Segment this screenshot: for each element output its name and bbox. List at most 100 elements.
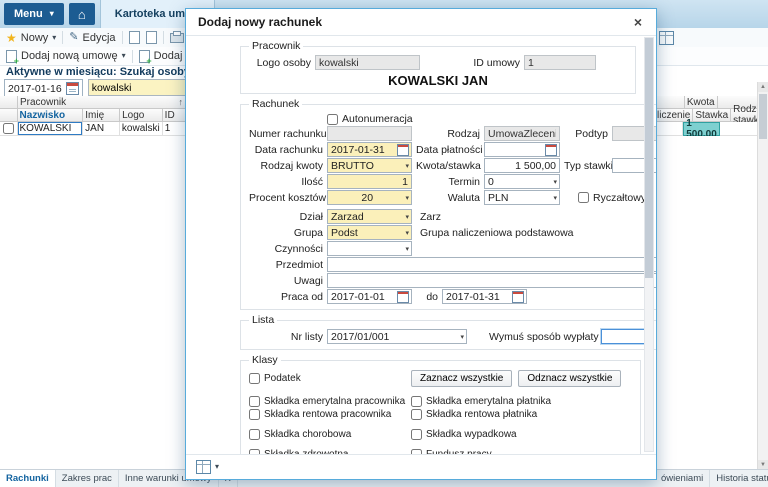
- checkbox-box[interactable]: [411, 409, 422, 420]
- cell-nazwisko[interactable]: KOWALSKI: [17, 122, 84, 136]
- tab-rachunki[interactable]: Rachunki: [0, 470, 56, 487]
- table-row[interactable]: KOWALSKI JAN kowalski 1: [0, 122, 186, 136]
- id-umowy-field[interactable]: [524, 55, 596, 70]
- ryczaltowy-checkbox[interactable]: Ryczałtowy: [578, 192, 646, 204]
- calendar-icon[interactable]: [512, 290, 524, 303]
- checkbox-skladka-chorobowa[interactable]: Składka chorobowa: [249, 429, 411, 440]
- chevron-down-icon: ▾: [121, 51, 126, 60]
- procent-kosztow-select[interactable]: 20 ▾: [327, 190, 412, 205]
- czynnosci-select[interactable]: ▾: [327, 241, 412, 256]
- checkbox-box[interactable]: [249, 409, 260, 420]
- col-rodzaj-stawki[interactable]: Rodzaj stawki: [731, 104, 758, 126]
- ryczaltowy-box[interactable]: [578, 192, 589, 203]
- dialog-scrollbar-thumb[interactable]: [645, 38, 653, 278]
- data-platnosci-field[interactable]: [484, 142, 560, 157]
- cell-imie[interactable]: JAN: [83, 122, 120, 136]
- przedmiot-field[interactable]: [327, 257, 656, 272]
- logo-osoby-field[interactable]: [315, 55, 420, 70]
- waluta-select[interactable]: PLN ▾: [484, 190, 560, 205]
- typ-stawki-label: Typ stawki: [564, 159, 614, 172]
- dialog-footer: ▾: [186, 454, 656, 479]
- checkbox-label: Składka chorobowa: [264, 429, 352, 440]
- edit-label: Edycja: [82, 31, 116, 44]
- group-header-pracownik[interactable]: Pracownik ↑: [18, 96, 186, 109]
- sort-icon[interactable]: ↑: [179, 97, 184, 107]
- dzial-select[interactable]: Zarzad ▾: [327, 209, 412, 224]
- podatek-box[interactable]: [249, 373, 260, 384]
- autonumeracja-checkbox[interactable]: Autonumeracja: [327, 113, 413, 125]
- uwagi-field[interactable]: [327, 273, 656, 288]
- checkbox-label: Składka rentowa pracownika: [264, 409, 392, 420]
- bottom-tab-bar-right: ówieniami Historia statusów In: [655, 470, 768, 487]
- checkbox-skladka-emerytalna-pracownika[interactable]: Składka emerytalna pracownika: [249, 396, 411, 407]
- praca-od-field[interactable]: 2017-01-01: [327, 289, 412, 304]
- toolbar-separator: [121, 31, 123, 44]
- checkbox-skladka-rentowa-platnika[interactable]: Składka rentowa płatnika: [411, 409, 559, 420]
- calendar-icon[interactable]: [545, 143, 557, 156]
- select-column-header[interactable]: [0, 96, 18, 109]
- new-button[interactable]: ★ Nowy ▾: [6, 32, 56, 44]
- col-id[interactable]: ID: [162, 109, 186, 122]
- podatek-checkbox[interactable]: Podatek: [249, 373, 411, 384]
- row-checkbox[interactable]: [2, 123, 14, 134]
- grupa-value: Podst: [331, 226, 358, 239]
- kwota-stawka-field[interactable]: [484, 158, 560, 173]
- cell-id[interactable]: 1: [162, 122, 186, 136]
- cell-logo[interactable]: kowalski: [119, 122, 163, 136]
- data-rachunku-field[interactable]: 2017-01-31: [327, 142, 412, 157]
- deselect-all-button[interactable]: Odznacz wszystkie: [518, 370, 622, 387]
- tab-historia-statusow[interactable]: Historia statusów: [710, 470, 768, 487]
- autonumeracja-box[interactable]: [327, 113, 338, 125]
- numer-rachunku-field[interactable]: [327, 126, 412, 141]
- home-button[interactable]: ⌂: [68, 3, 95, 25]
- dialog-title-bar: Dodaj nowy rachunek ×: [186, 9, 656, 36]
- menu-button[interactable]: Menu ▾: [4, 3, 64, 25]
- checkbox-skladka-rentowa-pracownika[interactable]: Składka rentowa pracownika: [249, 409, 411, 420]
- grupa-select[interactable]: Podst ▾: [327, 225, 412, 240]
- checkbox-label: Składka rentowa płatnika: [426, 409, 538, 420]
- chevron-down-icon: ▾: [405, 229, 409, 237]
- checkbox-box[interactable]: [411, 429, 422, 440]
- header-spacer: [655, 96, 685, 109]
- cell-empty: [719, 122, 758, 136]
- praca-do-field[interactable]: 2017-01-31: [442, 289, 527, 304]
- scroll-up-icon[interactable]: ▲: [758, 82, 768, 92]
- rodzaj-kwoty-label: Rodzaj kwoty: [260, 159, 323, 172]
- nr-listy-select[interactable]: 2017/01/001 ▾: [327, 329, 467, 344]
- rodzaj-field[interactable]: [484, 126, 560, 141]
- new-label: Nowy: [20, 31, 49, 44]
- vertical-scrollbar[interactable]: ▲ ▼: [757, 82, 768, 470]
- calendar-icon[interactable]: [397, 143, 409, 156]
- chevron-down-icon[interactable]: ▾: [215, 463, 219, 471]
- ilosc-field[interactable]: [327, 174, 412, 189]
- rodzaj-kwoty-select[interactable]: BRUTTO ▾: [327, 158, 412, 173]
- tab-zakres-prac[interactable]: Zakres prac: [56, 470, 119, 487]
- checkbox-skladka-wypadkowa[interactable]: Składka wypadkowa: [411, 429, 559, 440]
- edit-button[interactable]: ✎ Edycja: [69, 32, 115, 44]
- checkbox-skladka-emerytalna-platnika[interactable]: Składka emerytalna płatnika: [411, 396, 559, 407]
- col-imie[interactable]: Imię: [83, 109, 121, 122]
- checkbox-box[interactable]: [411, 396, 422, 407]
- col-logo[interactable]: Logo: [120, 109, 163, 122]
- checkbox-column-header[interactable]: [0, 109, 18, 122]
- group-header-kwota[interactable]: Kwota: [684, 96, 718, 109]
- col-nazwisko[interactable]: Nazwisko: [17, 109, 84, 122]
- termin-select[interactable]: 0 ▾: [484, 174, 560, 189]
- grid-view-icon[interactable]: [196, 460, 211, 474]
- checkbox-box[interactable]: [249, 396, 260, 407]
- praca-od-value: 2017-01-01: [331, 290, 385, 303]
- tab-cut-middle[interactable]: ówieniami: [655, 470, 711, 487]
- add-contract-button[interactable]: Dodaj nową umowę ▾: [6, 49, 126, 66]
- calendar-icon[interactable]: [397, 290, 409, 303]
- dialog-scrollbar[interactable]: [644, 37, 654, 452]
- section-klasy: Klasy Podatek Zaznacz wszystkie Odznacz …: [240, 354, 641, 454]
- calendar-icon[interactable]: [65, 82, 79, 95]
- document-icon[interactable]: [145, 31, 157, 44]
- close-icon[interactable]: ×: [632, 14, 644, 30]
- cell-stawka[interactable]: 1 500,00: [683, 118, 720, 136]
- columns-icon[interactable]: [659, 31, 675, 45]
- select-all-button[interactable]: Zaznacz wszystkie: [411, 370, 513, 387]
- scrollbar-thumb[interactable]: [759, 94, 767, 139]
- checkbox-box[interactable]: [249, 429, 260, 440]
- copy-icon[interactable]: [128, 31, 140, 44]
